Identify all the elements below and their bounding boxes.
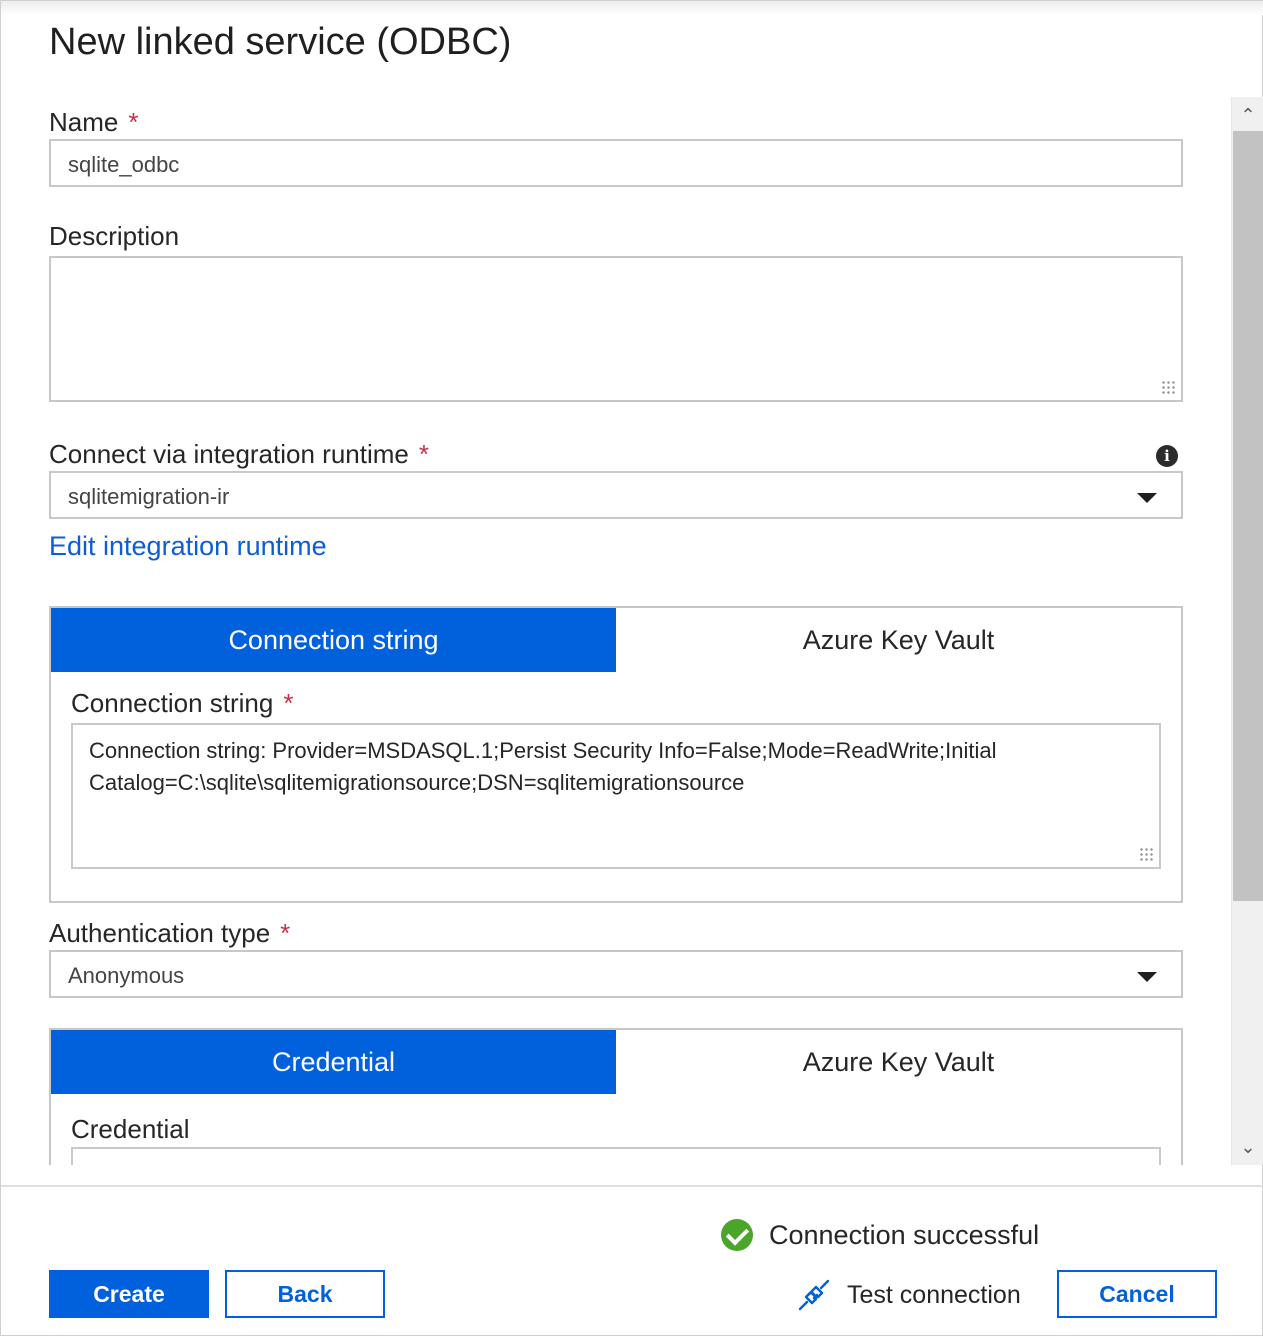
- vertical-scrollbar[interactable]: ⌃ ⌄: [1231, 97, 1263, 1165]
- tab-azure-key-vault[interactable]: Azure Key Vault: [616, 608, 1181, 672]
- info-icon[interactable]: i: [1156, 445, 1178, 467]
- required-mark: *: [418, 439, 429, 469]
- footer-divider: [1, 1185, 1263, 1187]
- caret-down-icon: [1137, 972, 1157, 982]
- credential-input[interactable]: [71, 1147, 1161, 1165]
- authentication-type-label: Authentication type *: [49, 918, 290, 949]
- cancel-button[interactable]: Cancel: [1057, 1270, 1217, 1318]
- top-shadow: [1, 1, 1263, 15]
- required-mark: *: [280, 918, 291, 948]
- description-label: Description: [49, 221, 180, 251]
- authentication-type-select[interactable]: Anonymous: [49, 950, 1183, 998]
- connection-tabs: Connection string Azure Key Vault: [51, 608, 1181, 672]
- credential-tabs: Credential Azure Key Vault: [51, 1030, 1181, 1094]
- integration-runtime-label: Connect via integration runtime *: [49, 439, 429, 470]
- tab-credential[interactable]: Credential: [51, 1030, 616, 1094]
- connection-string-value: Connection string: Provider=MSDASQL.1;Pe…: [89, 738, 997, 795]
- success-check-icon: [721, 1219, 753, 1251]
- name-label-text: Name: [49, 107, 119, 137]
- credential-tab-box: Credential Azure Key Vault Credential: [49, 1028, 1183, 1165]
- integration-runtime-label-text: Connect via integration runtime: [49, 439, 409, 469]
- integration-runtime-select[interactable]: sqlitemigration-ir: [49, 471, 1183, 519]
- edit-integration-runtime-link[interactable]: Edit integration runtime: [49, 531, 327, 562]
- back-button[interactable]: Back: [225, 1270, 385, 1318]
- dialog: New linked service (ODBC) Name * sqlite_o…: [0, 0, 1263, 1336]
- connection-string-label: Connection string *: [71, 688, 293, 719]
- authentication-type-label-text: Authentication type: [49, 918, 271, 948]
- credential-label: Credential: [71, 1114, 190, 1144]
- connection-string-label-text: Connection string: [71, 688, 274, 718]
- tab-azure-key-vault[interactable]: Azure Key Vault: [616, 1030, 1181, 1094]
- tab-connection-string[interactable]: Connection string: [51, 608, 616, 672]
- plug-icon: [798, 1279, 830, 1311]
- scroll-up-icon[interactable]: ⌃: [1232, 99, 1263, 131]
- authentication-type-value: Anonymous: [68, 963, 185, 988]
- required-mark: *: [283, 688, 294, 718]
- connection-status: Connection successful: [721, 1217, 1039, 1253]
- form-scroll-area: Name * sqlite_odbc Description Connect vi…: [1, 97, 1231, 1165]
- scroll-down-icon[interactable]: ⌄: [1232, 1131, 1263, 1163]
- connection-string-textarea[interactable]: Connection string: Provider=MSDASQL.1;Pe…: [71, 723, 1161, 869]
- description-textarea[interactable]: [49, 256, 1183, 402]
- create-button[interactable]: Create: [49, 1270, 209, 1318]
- resize-grip-icon[interactable]: [1139, 847, 1153, 861]
- status-text: Connection successful: [769, 1219, 1040, 1250]
- name-input[interactable]: sqlite_odbc: [49, 139, 1183, 187]
- resize-grip-icon[interactable]: [1161, 380, 1175, 394]
- test-connection-button[interactable]: Test connection: [797, 1277, 1021, 1313]
- required-mark: *: [128, 107, 139, 137]
- caret-down-icon: [1137, 493, 1157, 503]
- connection-tab-box: Connection string Azure Key Vault Connec…: [49, 606, 1183, 903]
- name-label: Name *: [49, 107, 138, 138]
- dialog-title: New linked service (ODBC): [49, 21, 512, 63]
- scrollbar-thumb[interactable]: [1233, 131, 1263, 901]
- integration-runtime-value: sqlitemigration-ir: [68, 484, 230, 509]
- test-connection-label: Test connection: [847, 1280, 1021, 1309]
